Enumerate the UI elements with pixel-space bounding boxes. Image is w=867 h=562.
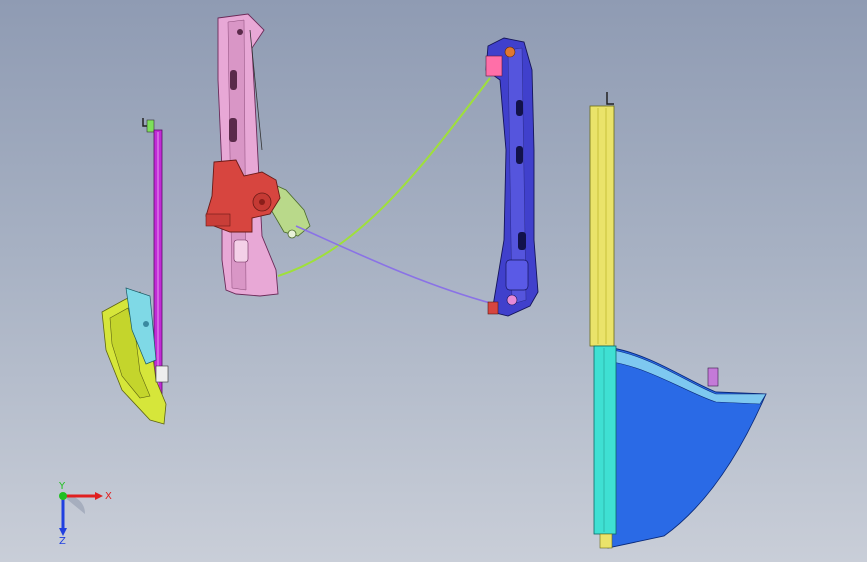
door-glass[interactable] xyxy=(607,347,767,549)
right-top-pulley[interactable] xyxy=(504,46,516,58)
glass-edge-strip-upper[interactable] xyxy=(589,105,615,347)
right-bottom-pulley[interactable] xyxy=(506,294,518,306)
glass-edge-strip-lower[interactable] xyxy=(593,345,617,535)
glass-assembly[interactable] xyxy=(589,92,767,549)
motor-connector[interactable] xyxy=(205,213,231,227)
cable-purple[interactable] xyxy=(295,225,495,305)
pulley-pivot[interactable] xyxy=(287,229,297,239)
right-lower-window xyxy=(505,259,529,291)
glass-mount-tab[interactable] xyxy=(707,367,719,387)
axis-triad-svg: X Y Z xyxy=(58,481,112,547)
x-axis-arrow-icon xyxy=(95,492,103,500)
right-top-guide[interactable] xyxy=(485,55,503,77)
center-assembly[interactable] xyxy=(205,13,311,297)
z-axis-label: Z xyxy=(59,536,66,544)
y-axis-label: Y xyxy=(58,482,66,492)
glass-bottom-clip[interactable] xyxy=(599,533,613,549)
right-assembly[interactable] xyxy=(485,37,539,317)
right-slot-2 xyxy=(516,146,523,164)
right-slot-3 xyxy=(518,232,526,250)
rail-slot-2 xyxy=(229,118,237,142)
motor-spindle xyxy=(259,199,265,205)
glass-top-hook xyxy=(606,92,614,105)
cable-green[interactable] xyxy=(277,77,491,277)
right-slot-1 xyxy=(516,100,523,116)
axis-triad[interactable]: X Y Z xyxy=(45,481,115,547)
left-latch-hole xyxy=(143,321,149,327)
assembly-scene[interactable] xyxy=(0,0,867,562)
left-top-clip[interactable] xyxy=(146,119,155,133)
rail-lower-window xyxy=(233,239,249,263)
y-axis-icon xyxy=(59,492,67,500)
x-axis-label: X xyxy=(105,491,112,502)
cad-viewport[interactable]: X Y Z xyxy=(0,0,867,562)
rail-top-hole xyxy=(237,29,243,35)
rail-slot-1 xyxy=(230,70,237,90)
z-axis-arrow-icon xyxy=(59,528,67,536)
right-bottom-clip[interactable] xyxy=(487,301,499,315)
left-assembly[interactable] xyxy=(101,118,169,425)
left-bottom-clip[interactable] xyxy=(155,365,169,383)
triad-sector xyxy=(63,495,86,514)
